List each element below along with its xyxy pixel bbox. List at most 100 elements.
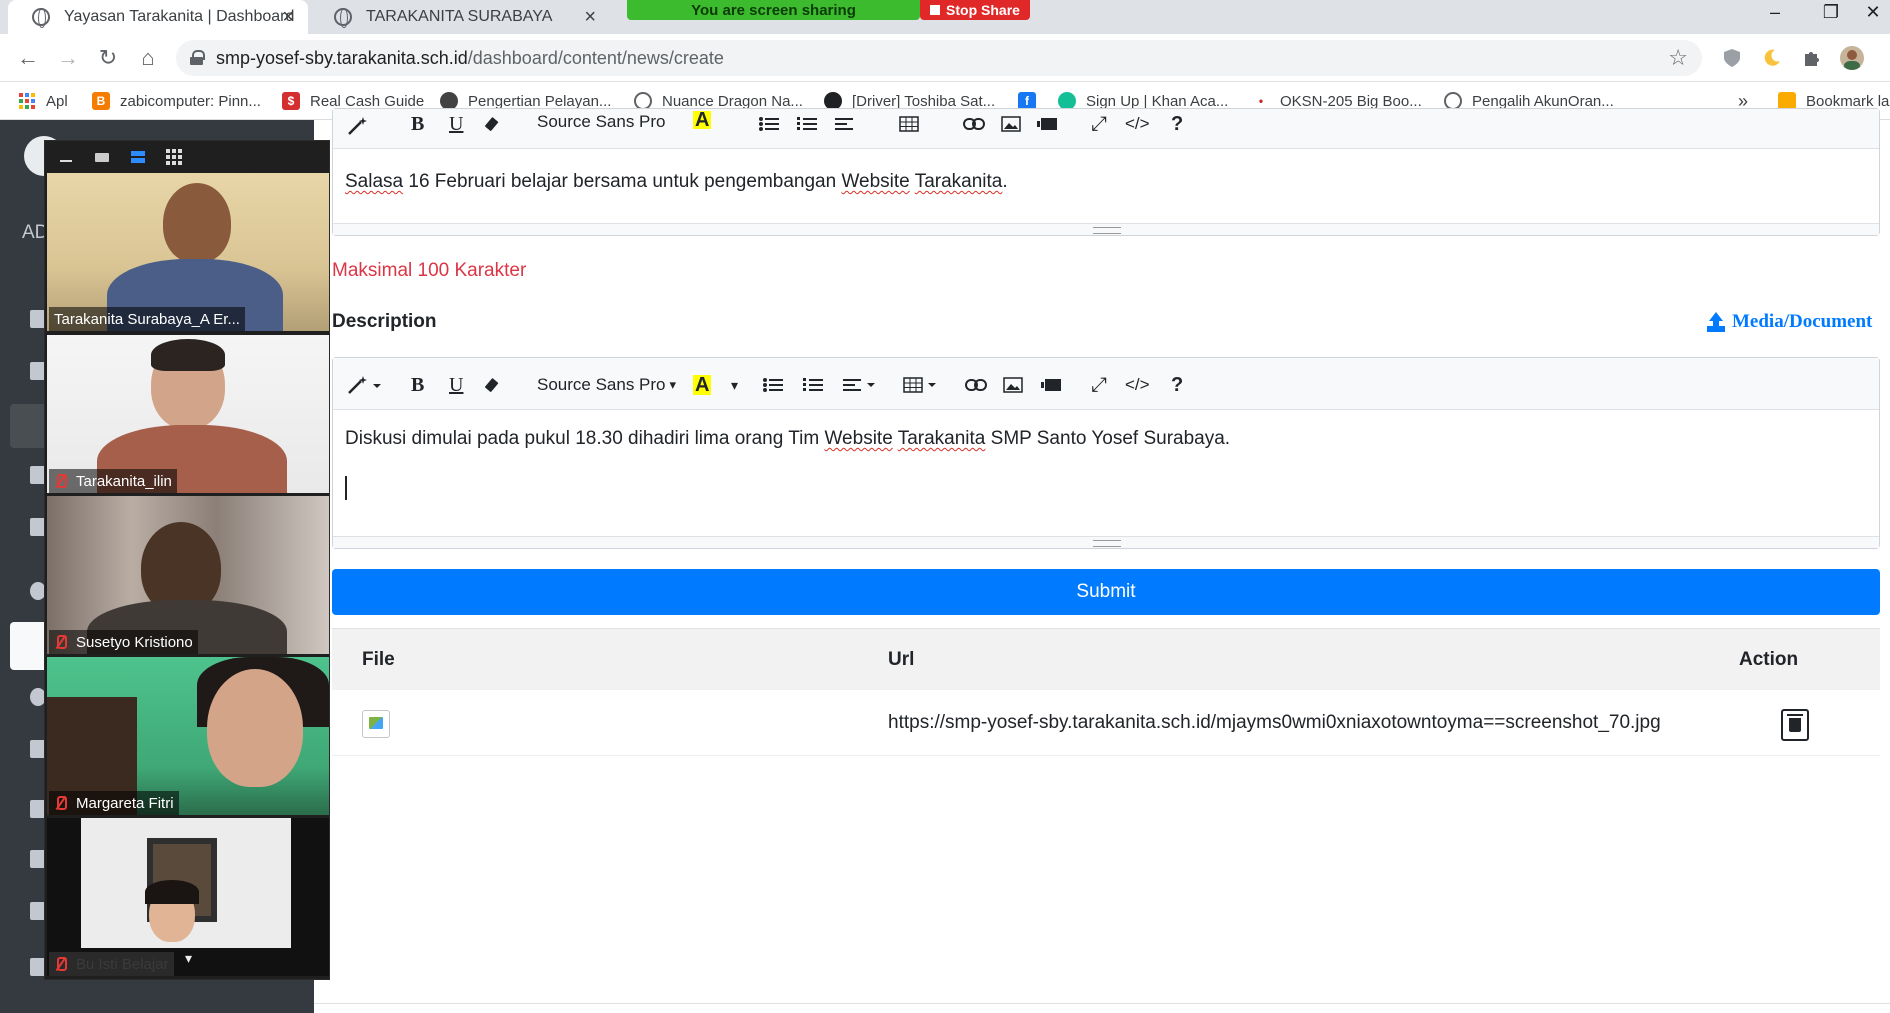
- home-icon[interactable]: ⌂: [134, 44, 162, 72]
- participant-name: Susetyo Kristiono: [76, 633, 193, 651]
- editor-content[interactable]: Salasa 16 Februari belajar bersama untuk…: [333, 149, 1879, 211]
- editor-text: Website: [824, 428, 893, 449]
- url-path: /dashboard/content/news/create: [467, 47, 724, 68]
- highlight-color-button[interactable]: A: [693, 374, 712, 396]
- numbered-list-icon[interactable]: [797, 111, 817, 137]
- help-icon[interactable]: ?: [1171, 111, 1183, 137]
- close-window-button[interactable]: ✕: [1856, 0, 1890, 24]
- close-tab-icon[interactable]: ×: [584, 6, 596, 29]
- video-icon[interactable]: [1037, 111, 1057, 137]
- link-icon[interactable]: [965, 372, 987, 398]
- underline-button[interactable]: U: [449, 111, 463, 137]
- font-family-dropdown[interactable]: Source Sans Pro ▾: [537, 372, 676, 398]
- participant-video-tile[interactable]: Tarakanita_ilin: [47, 335, 329, 493]
- editor-content[interactable]: Diskusi dimulai pada pukul 18.30 dihadir…: [333, 410, 1879, 518]
- column-header-url: Url: [888, 649, 915, 670]
- table-row: https://smp-yosef-sby.tarakanita.sch.id/…: [332, 690, 1880, 756]
- participant-name-label: Susetyo Kristiono: [49, 630, 198, 654]
- tab-dashboard[interactable]: Yayasan Tarakanita | Dashboard ×: [8, 0, 308, 34]
- participant-video: [163, 183, 231, 263]
- stop-share-button[interactable]: Stop Share: [920, 0, 1030, 20]
- file-table: File Url Action https://smp-yosef-sby.ta…: [332, 628, 1880, 756]
- bookmark-apps[interactable]: Apl: [18, 88, 68, 114]
- profile-avatar[interactable]: [1840, 46, 1864, 70]
- bookmark-star-icon[interactable]: ☆: [1668, 45, 1688, 71]
- magic-wand-icon[interactable]: [347, 113, 369, 139]
- table-header: File Url Action: [332, 628, 1880, 690]
- submit-button[interactable]: Submit: [332, 569, 1880, 615]
- participant-name: Bu Isti Belajar: [76, 955, 169, 973]
- image-icon[interactable]: [1003, 372, 1023, 398]
- gallery-view-icon[interactable]: [163, 149, 185, 165]
- participant-video-tile[interactable]: Tarakanita Surabaya_A Er...: [47, 173, 329, 331]
- participant-video-tile[interactable]: Bu Isti Belajar ▾: [47, 818, 329, 976]
- participant-name: Tarakanita Surabaya_A Er...: [54, 310, 240, 328]
- media-document-link[interactable]: Media/Document: [1706, 311, 1872, 333]
- video-icon[interactable]: [1041, 372, 1061, 398]
- align-icon[interactable]: [835, 111, 853, 137]
- minimize-video-icon[interactable]: [55, 149, 77, 165]
- reload-icon[interactable]: ↻: [94, 44, 122, 72]
- image-icon[interactable]: [1001, 111, 1021, 137]
- numbered-list-icon[interactable]: [803, 372, 823, 398]
- bold-button[interactable]: B: [411, 372, 424, 398]
- align-dropdown-icon[interactable]: [843, 372, 877, 398]
- globe-icon: [32, 8, 50, 28]
- tab-title: TARAKANITA SURABAYA: [366, 8, 553, 25]
- editor-toolbar: B U Source Sans Pro A ⤢ </> ?: [333, 109, 1879, 149]
- bullet-list-icon[interactable]: [763, 372, 783, 398]
- participant-name: Tarakanita_ilin: [76, 472, 172, 490]
- single-view-icon[interactable]: [91, 149, 113, 165]
- participant-video: [151, 339, 225, 371]
- delete-file-button[interactable]: [1781, 709, 1809, 741]
- bookmark-label: Apl: [46, 92, 68, 110]
- link-icon[interactable]: [963, 111, 985, 137]
- bookmark-label: Real Cash Guide: [310, 92, 425, 110]
- help-icon[interactable]: ?: [1171, 372, 1183, 398]
- url-host: smp-yosef-sby.tarakanita.sch.id: [216, 47, 468, 68]
- back-arrow-icon[interactable]: ←: [14, 44, 42, 72]
- bookmark-label: Nuance Dragon Na...: [662, 92, 803, 110]
- scroll-down-chevron-icon[interactable]: ▾: [185, 950, 199, 966]
- short-description-editor[interactable]: B U Source Sans Pro A ⤢ </> ? Salasa 16 …: [332, 108, 1880, 236]
- editor-resize-handle[interactable]: [333, 536, 1879, 548]
- participant-video-tile[interactable]: Susetyo Kristiono: [47, 496, 329, 654]
- bookmark-zabicomputer[interactable]: B zabicomputer: Pinn...: [92, 88, 261, 114]
- code-view-icon[interactable]: </>: [1125, 372, 1150, 398]
- highlight-dropdown-caret-icon[interactable]: ▾: [731, 372, 738, 398]
- moon-extension-icon[interactable]: [1760, 46, 1784, 70]
- editor-toolbar: B U Source Sans Pro ▾ A ▾ ⤢ </> ?: [333, 358, 1879, 410]
- eraser-icon[interactable]: [485, 372, 501, 398]
- highlight-color-button[interactable]: A: [693, 109, 712, 131]
- max-char-hint: Maksimal 100 Karakter: [332, 260, 527, 281]
- browser-toolbar: ← → ↻ ⌂ smp-yosef-sby.tarakanita.sch.id …: [0, 34, 1890, 82]
- magic-wand-icon[interactable]: [347, 372, 383, 398]
- forward-arrow-icon[interactable]: →: [54, 44, 82, 72]
- table-icon[interactable]: [899, 111, 919, 137]
- address-bar[interactable]: smp-yosef-sby.tarakanita.sch.id /dashboa…: [176, 40, 1702, 76]
- extensions-puzzle-icon[interactable]: [1800, 46, 1824, 70]
- close-tab-icon[interactable]: ×: [282, 6, 294, 29]
- table-dropdown-icon[interactable]: [903, 372, 939, 398]
- editor-resize-handle[interactable]: [333, 223, 1879, 235]
- upload-icon: [1706, 312, 1726, 332]
- bullet-list-icon[interactable]: [759, 111, 779, 137]
- fullscreen-icon[interactable]: ⤢: [1091, 111, 1107, 137]
- underline-button[interactable]: U: [449, 372, 463, 398]
- lock-icon: [190, 50, 205, 65]
- minimize-window-button[interactable]: –: [1752, 0, 1798, 24]
- strip-view-icon[interactable]: [127, 149, 149, 165]
- code-view-icon[interactable]: </>: [1125, 111, 1150, 137]
- bold-button[interactable]: B: [411, 111, 424, 137]
- description-editor[interactable]: B U Source Sans Pro ▾ A ▾ ⤢ </> ? Diskus…: [332, 357, 1880, 549]
- fullscreen-icon[interactable]: ⤢: [1091, 372, 1107, 398]
- shield-extension-icon[interactable]: [1720, 46, 1744, 70]
- restore-window-button[interactable]: ❐: [1808, 0, 1854, 24]
- participant-video-tile[interactable]: Margareta Fitri: [47, 657, 329, 815]
- eraser-icon[interactable]: [485, 111, 501, 137]
- globe-icon: [334, 8, 352, 28]
- participant-name-label: Margareta Fitri: [49, 791, 179, 815]
- tab-tarakanita-surabaya[interactable]: TARAKANITA SURABAYA ×: [310, 0, 610, 34]
- font-family-dropdown[interactable]: Source Sans Pro: [537, 109, 666, 135]
- bookmark-label: Sign Up | Khan Aca...: [1086, 92, 1229, 110]
